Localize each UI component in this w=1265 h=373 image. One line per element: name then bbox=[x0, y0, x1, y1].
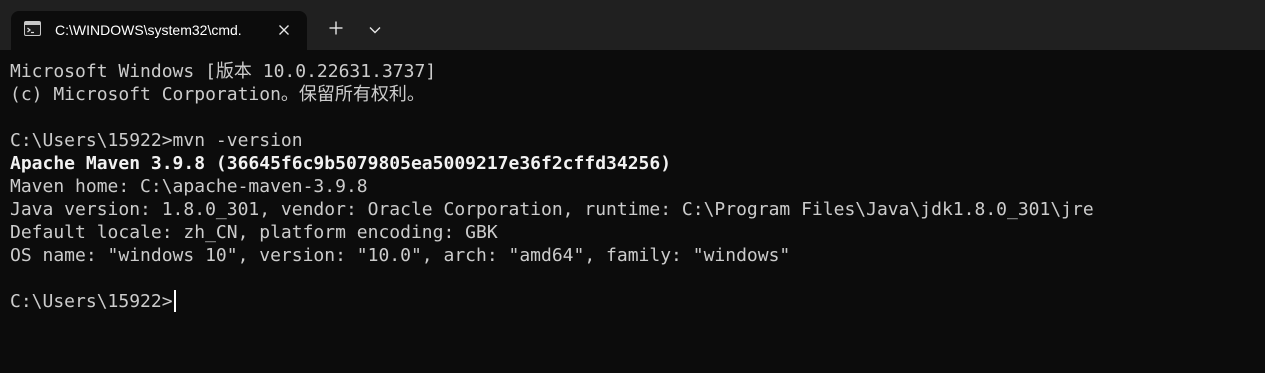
tab-bar: C:\WINDOWS\system32\cmd. bbox=[0, 0, 1265, 50]
terminal-line: (c) Microsoft Corporation。保留所有权利。 bbox=[10, 84, 425, 105]
close-icon[interactable] bbox=[274, 20, 294, 40]
tab-title: C:\WINDOWS\system32\cmd. bbox=[55, 22, 242, 38]
terminal-line: Java version: 1.8.0_301, vendor: Oracle … bbox=[10, 199, 1094, 220]
cmd-icon bbox=[24, 21, 41, 36]
terminal-line: Default locale: zh_CN, platform encoding… bbox=[10, 222, 498, 243]
chevron-down-icon bbox=[369, 21, 381, 39]
plus-icon bbox=[329, 21, 343, 40]
prompt-line: C:\Users\15922> bbox=[10, 290, 1265, 313]
terminal-line: Maven home: C:\apache-maven-3.9.8 bbox=[10, 176, 368, 197]
tab-cmd[interactable]: C:\WINDOWS\system32\cmd. bbox=[11, 11, 307, 50]
terminal-output[interactable]: Microsoft Windows [版本 10.0.22631.3737] (… bbox=[0, 50, 1265, 373]
tab-dropdown-button[interactable] bbox=[362, 16, 388, 44]
prompt-text: C:\Users\15922> bbox=[10, 291, 173, 312]
terminal-line: Microsoft Windows [版本 10.0.22631.3737] bbox=[10, 61, 437, 82]
terminal-line: C:\Users\15922>mvn -version bbox=[10, 130, 303, 151]
terminal-line: Apache Maven 3.9.8 (36645f6c9b5079805ea5… bbox=[10, 153, 672, 174]
text-cursor bbox=[173, 290, 176, 312]
new-tab-button[interactable] bbox=[322, 16, 350, 44]
terminal-window: C:\WINDOWS\system32\cmd. Microsoft Windo… bbox=[0, 0, 1265, 373]
terminal-line: OS name: "windows 10", version: "10.0", … bbox=[10, 245, 791, 266]
